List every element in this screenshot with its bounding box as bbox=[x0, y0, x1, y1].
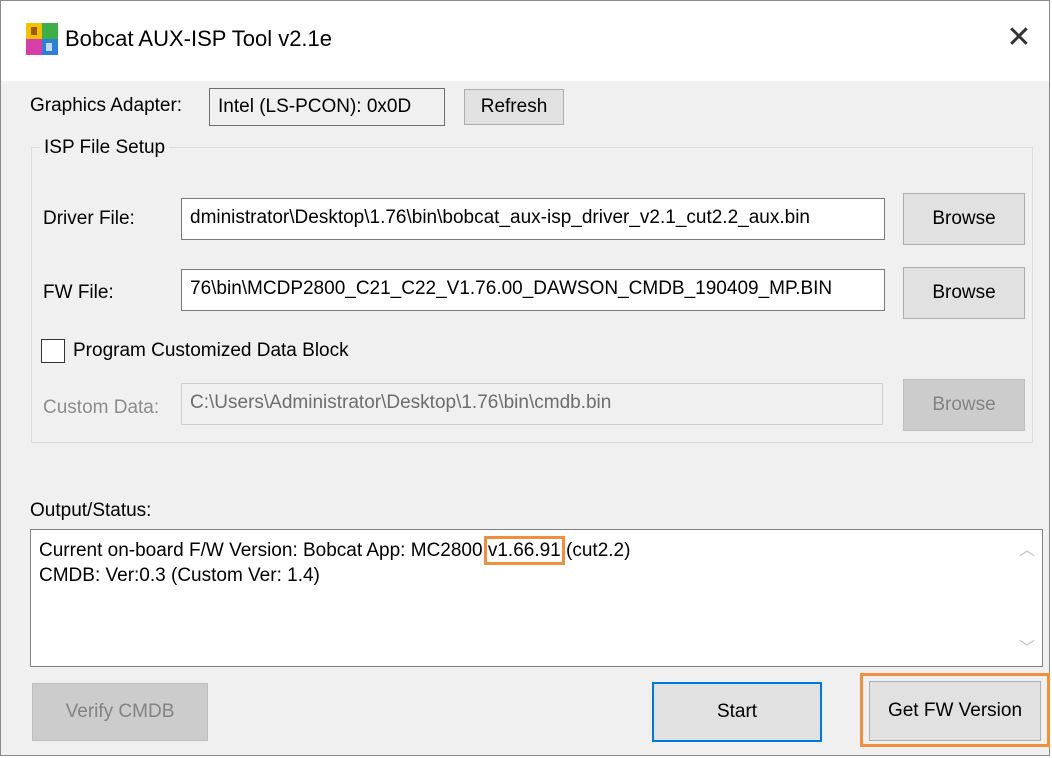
window-title: Bobcat AUX-ISP Tool v2.1e bbox=[65, 26, 333, 51]
output-status-label: Output/Status: bbox=[30, 500, 152, 521]
verify-cmdb-button: Verify CMDB bbox=[32, 683, 208, 741]
output-textarea[interactable]: Current on-board F/W Version: Bobcat App… bbox=[30, 529, 1043, 667]
program-cdb-label[interactable]: Program Customized Data Block bbox=[73, 339, 349, 363]
custom-browse-button: Browse bbox=[903, 379, 1025, 431]
title-bar: Bobcat AUX-ISP Tool v2.1e ✕ bbox=[1, 1, 1049, 81]
output-line-fw: Current on-board F/W Version: Bobcat App… bbox=[39, 536, 631, 565]
main-window: Bobcat AUX-ISP Tool v2.1e ✕ Graphics Ada… bbox=[0, 0, 1050, 756]
custom-data-input: C:\Users\Administrator\Desktop\1.76\bin\… bbox=[181, 383, 883, 425]
graphics-adapter-label: Graphics Adapter: bbox=[30, 95, 183, 116]
program-cdb-checkbox[interactable] bbox=[41, 339, 65, 363]
scroll-down-icon[interactable]: ﹀ bbox=[1016, 638, 1038, 660]
driver-file-input[interactable]: dministrator\Desktop\1.76\bin\bobcat_aux… bbox=[181, 198, 885, 240]
driver-browse-button[interactable]: Browse bbox=[903, 193, 1025, 245]
app-icon bbox=[26, 23, 58, 55]
fw-file-label: FW File: bbox=[43, 282, 114, 303]
output-line-fw-prefix: Current on-board F/W Version: Bobcat App… bbox=[39, 540, 488, 561]
isp-file-setup-label: ISP File Setup bbox=[40, 136, 170, 160]
start-button[interactable]: Start bbox=[652, 682, 822, 742]
fw-version-value: v1.66.91 bbox=[483, 536, 565, 565]
refresh-button[interactable]: Refresh bbox=[464, 89, 564, 125]
fw-file-input[interactable]: 76\bin\MCDP2800_C21_C22_V1.76.00_DAWSON_… bbox=[181, 269, 885, 311]
graphics-adapter-value: Intel (LS-PCON): 0x0D bbox=[209, 88, 445, 126]
output-line-cmdb: CMDB: Ver:0.3 (Custom Ver: 1.4) bbox=[39, 565, 320, 586]
get-fw-version-button[interactable]: Get FW Version bbox=[869, 681, 1041, 741]
scroll-up-icon[interactable]: ︿ bbox=[1016, 540, 1038, 562]
custom-data-label: Custom Data: bbox=[43, 397, 160, 418]
close-button[interactable]: ✕ bbox=[1001, 21, 1037, 57]
fw-browse-button[interactable]: Browse bbox=[903, 267, 1025, 319]
output-line-fw-suffix: (cut2.2) bbox=[560, 540, 631, 561]
driver-file-label: Driver File: bbox=[43, 208, 135, 229]
